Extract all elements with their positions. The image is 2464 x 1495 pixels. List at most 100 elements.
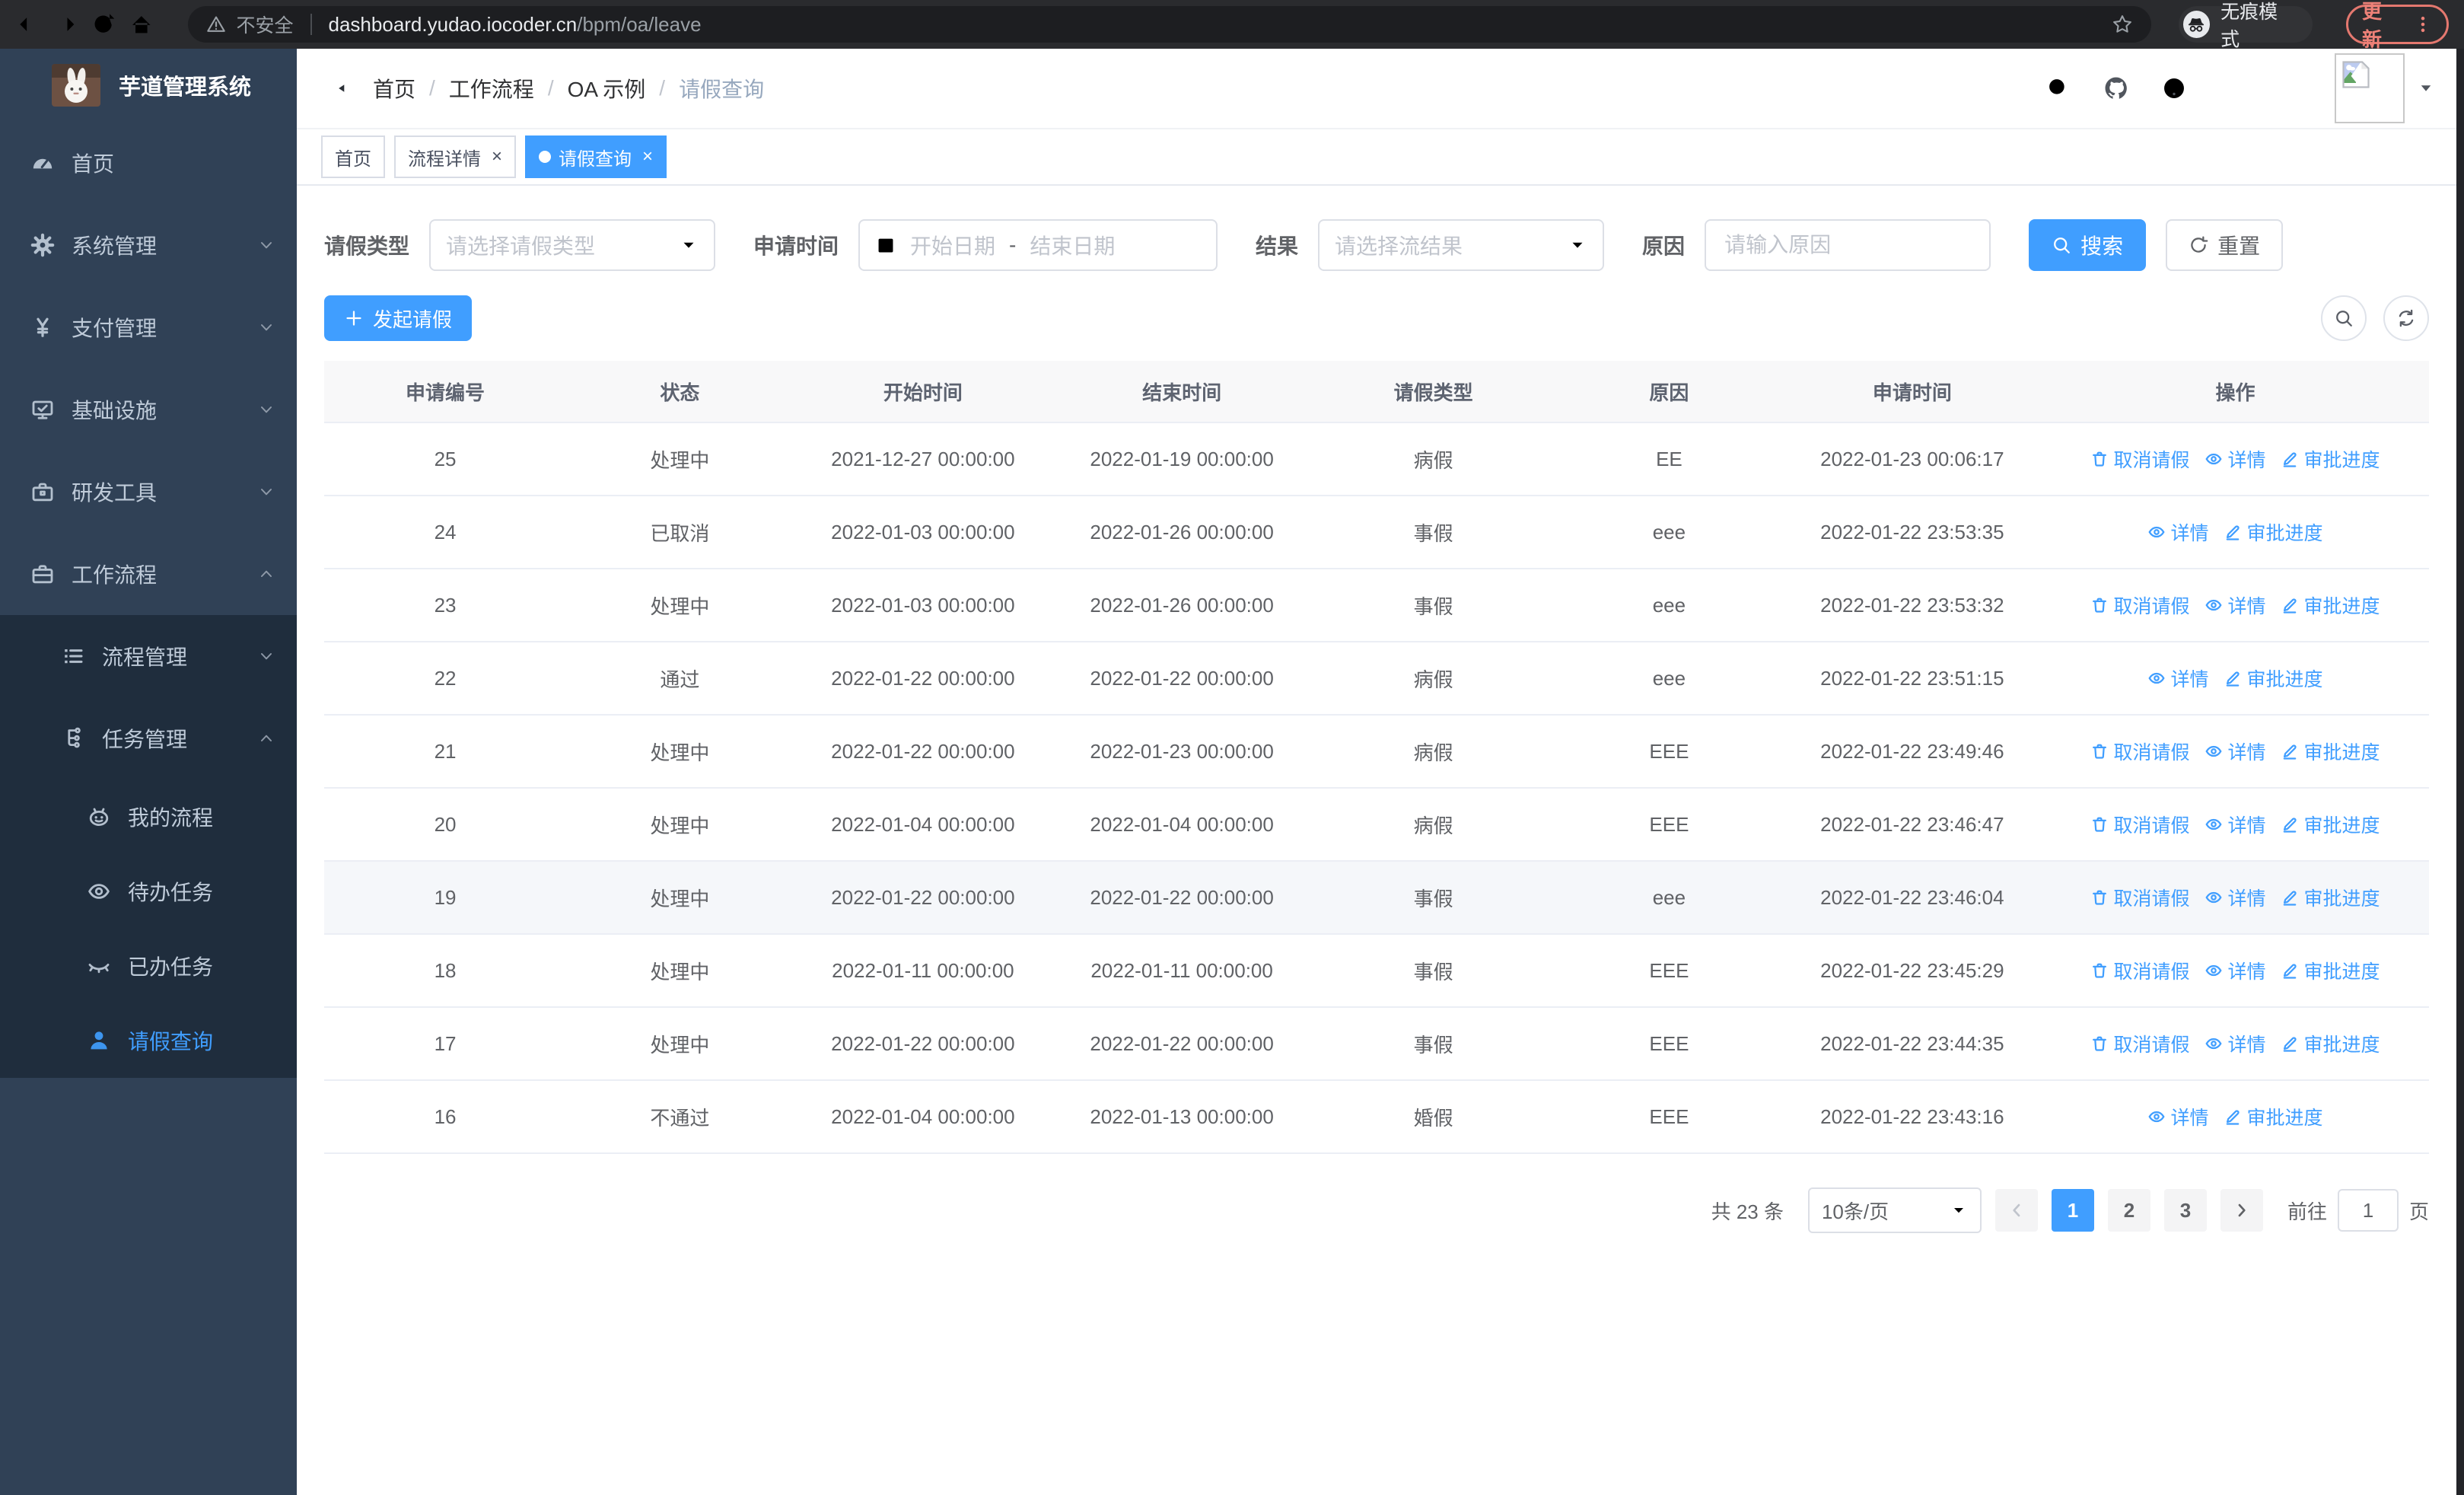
approval-progress-link[interactable]: 审批进度 [2281, 738, 2380, 765]
next-page-button[interactable] [2220, 1189, 2263, 1232]
cancel-leave-link[interactable]: 取消请假 [2090, 811, 2189, 838]
tag-首页[interactable]: 首页 [321, 135, 385, 178]
cancel-leave-link[interactable]: 取消请假 [2090, 738, 2189, 765]
sidebar-item-process-mgmt[interactable]: 流程管理 [0, 615, 297, 697]
apply-time-range-picker[interactable]: 开始日期 - 结束日期 [858, 219, 1218, 271]
home-icon[interactable] [129, 11, 154, 37]
app-logo[interactable]: 芋道管理系统 [0, 49, 297, 122]
refresh-table-button[interactable] [2383, 295, 2429, 341]
pen-icon [2284, 817, 2297, 833]
cell-status: 处理中 [566, 788, 794, 862]
breadcrumb-home[interactable]: 首页 [373, 73, 415, 104]
detail-link[interactable]: 详情 [2147, 665, 2208, 692]
cancel-leave-link[interactable]: 取消请假 [2090, 884, 2189, 911]
help-icon[interactable] [2161, 75, 2187, 101]
collapse-sidebar-icon[interactable] [320, 74, 349, 103]
goto-page-input[interactable] [2337, 1189, 2399, 1232]
font-size-icon[interactable] [2277, 75, 2303, 101]
close-icon[interactable]: × [492, 148, 502, 166]
detail-link[interactable]: 详情 [2147, 518, 2208, 546]
page-button-1[interactable]: 1 [2051, 1189, 2094, 1232]
sidebar-item-label: 我的流程 [128, 806, 214, 830]
sidebar-item-system[interactable]: 系统管理 [0, 204, 297, 286]
sidebar-item-my-process[interactable]: 我的流程 [0, 779, 297, 854]
breadcrumb-workflow[interactable]: 工作流程 [449, 73, 534, 104]
table-row: 23 处理中 2022-01-03 00:00:00 2022-01-26 00:00… [324, 569, 2429, 642]
approval-progress-link[interactable]: 审批进度 [2281, 884, 2380, 911]
bookmark-star-icon[interactable] [2112, 14, 2133, 35]
forward-icon[interactable] [53, 11, 79, 37]
sidebar-item-devtools[interactable]: 研发工具 [0, 451, 297, 533]
table-row: 16 不通过 2022-01-04 00:00:00 2022-01-13 00:00… [324, 1080, 2429, 1154]
sidebar-item-task-mgmt[interactable]: 任务管理 [0, 697, 297, 779]
cell-actions: 取消请假 详情 审批进度 [2041, 422, 2429, 496]
cancel-leave-link[interactable]: 取消请假 [2090, 957, 2189, 984]
page-size-select[interactable]: 10条/页 [1807, 1187, 1982, 1233]
detail-link[interactable]: 详情 [2205, 811, 2265, 838]
detail-link[interactable]: 详情 [2205, 957, 2265, 984]
result-select[interactable]: 请选择流结果 [1318, 219, 1605, 271]
toggle-search-button[interactable] [2321, 295, 2367, 341]
create-leave-button[interactable]: 发起请假 [324, 295, 473, 341]
sidebar-item-workflow[interactable]: 工作流程 [0, 533, 297, 615]
detail-link[interactable]: 详情 [2205, 445, 2265, 473]
close-icon[interactable]: × [642, 148, 653, 166]
approval-progress-link[interactable]: 审批进度 [2224, 1103, 2323, 1130]
tags-view: 首页 流程详情 × 请假查询 × [297, 129, 2456, 186]
sidebar-item-infrastructure[interactable]: 基础设施 [0, 368, 297, 451]
incognito-icon [2182, 11, 2211, 38]
cell-apply-time: 2022-01-23 00:06:17 [1782, 422, 2042, 496]
table-row: 19 处理中 2022-01-22 00:00:00 2022-01-22 00:00… [324, 861, 2429, 935]
reload-icon[interactable] [91, 11, 116, 37]
kebab-menu-icon[interactable] [2413, 14, 2433, 34]
cell-start-time: 2022-01-04 00:00:00 [793, 788, 1052, 862]
breadcrumb-oa-example[interactable]: OA 示例 [568, 73, 646, 104]
detail-link[interactable]: 详情 [2205, 884, 2265, 911]
cell-reason: EEE [1555, 1007, 1783, 1081]
reset-button[interactable]: 重置 [2166, 219, 2284, 271]
cancel-leave-link[interactable]: 取消请假 [2090, 1030, 2189, 1057]
fullscreen-icon[interactable] [2219, 75, 2245, 101]
calendar-icon [878, 237, 893, 253]
approval-progress-link[interactable]: 审批进度 [2281, 445, 2380, 473]
cancel-leave-link[interactable]: 取消请假 [2090, 591, 2189, 619]
address-bar[interactable]: 不安全 dashboard.yudao.iocoder.cn/bpm/oa/le… [187, 6, 2151, 43]
approval-progress-link[interactable]: 审批进度 [2224, 518, 2323, 546]
back-icon[interactable] [15, 11, 41, 37]
reason-input[interactable] [1705, 219, 1991, 271]
leave-type-select[interactable]: 请选择请假类型 [429, 219, 716, 271]
caret-down-icon[interactable] [2418, 81, 2434, 96]
sidebar-item-done-tasks[interactable]: 已办任务 [0, 929, 297, 1003]
result-label: 结果 [1256, 234, 1299, 258]
cancel-leave-link[interactable]: 取消请假 [2090, 445, 2189, 473]
sidebar-item-home[interactable]: 首页 [0, 122, 297, 204]
sidebar-item-todo-tasks[interactable]: 待办任务 [0, 854, 297, 929]
search-icon[interactable] [2045, 75, 2071, 101]
page-button-3[interactable]: 3 [2163, 1189, 2207, 1232]
cell-start-time: 2022-01-22 00:00:00 [793, 861, 1052, 935]
approval-progress-link[interactable]: 审批进度 [2224, 665, 2323, 692]
browser-update-button[interactable]: 更新 [2345, 0, 2449, 51]
cell-leave-type: 病假 [1311, 715, 1556, 789]
approval-progress-link[interactable]: 审批进度 [2281, 591, 2380, 619]
sidebar-item-label: 工作流程 [72, 563, 158, 587]
page-button-2[interactable]: 2 [2107, 1189, 2150, 1232]
approval-progress-link[interactable]: 审批进度 [2281, 1030, 2380, 1057]
detail-link[interactable]: 详情 [2205, 1030, 2265, 1057]
detail-link[interactable]: 详情 [2205, 738, 2265, 765]
search-button[interactable]: 搜索 [2029, 219, 2147, 271]
approval-progress-link[interactable]: 审批进度 [2281, 957, 2380, 984]
detail-link[interactable]: 详情 [2147, 1103, 2208, 1130]
github-icon[interactable] [2103, 75, 2129, 101]
sidebar-item-leave-query[interactable]: 请假查询 [0, 1003, 297, 1078]
tag-流程详情[interactable]: 流程详情 × [394, 135, 517, 178]
avatar[interactable] [2335, 53, 2405, 123]
approval-progress-link[interactable]: 审批进度 [2281, 811, 2380, 838]
prev-page-button[interactable] [1994, 1189, 2038, 1232]
url-text: dashboard.yudao.iocoder.cn/bpm/oa/leave [329, 13, 702, 37]
tag-请假查询[interactable]: 请假查询 × [525, 135, 667, 178]
detail-link[interactable]: 详情 [2205, 591, 2265, 619]
sidebar-item-payment[interactable]: 支付管理 [0, 286, 297, 368]
cell-end-time: 2022-01-13 00:00:00 [1052, 1080, 1312, 1154]
cell-status: 处理中 [566, 422, 794, 496]
